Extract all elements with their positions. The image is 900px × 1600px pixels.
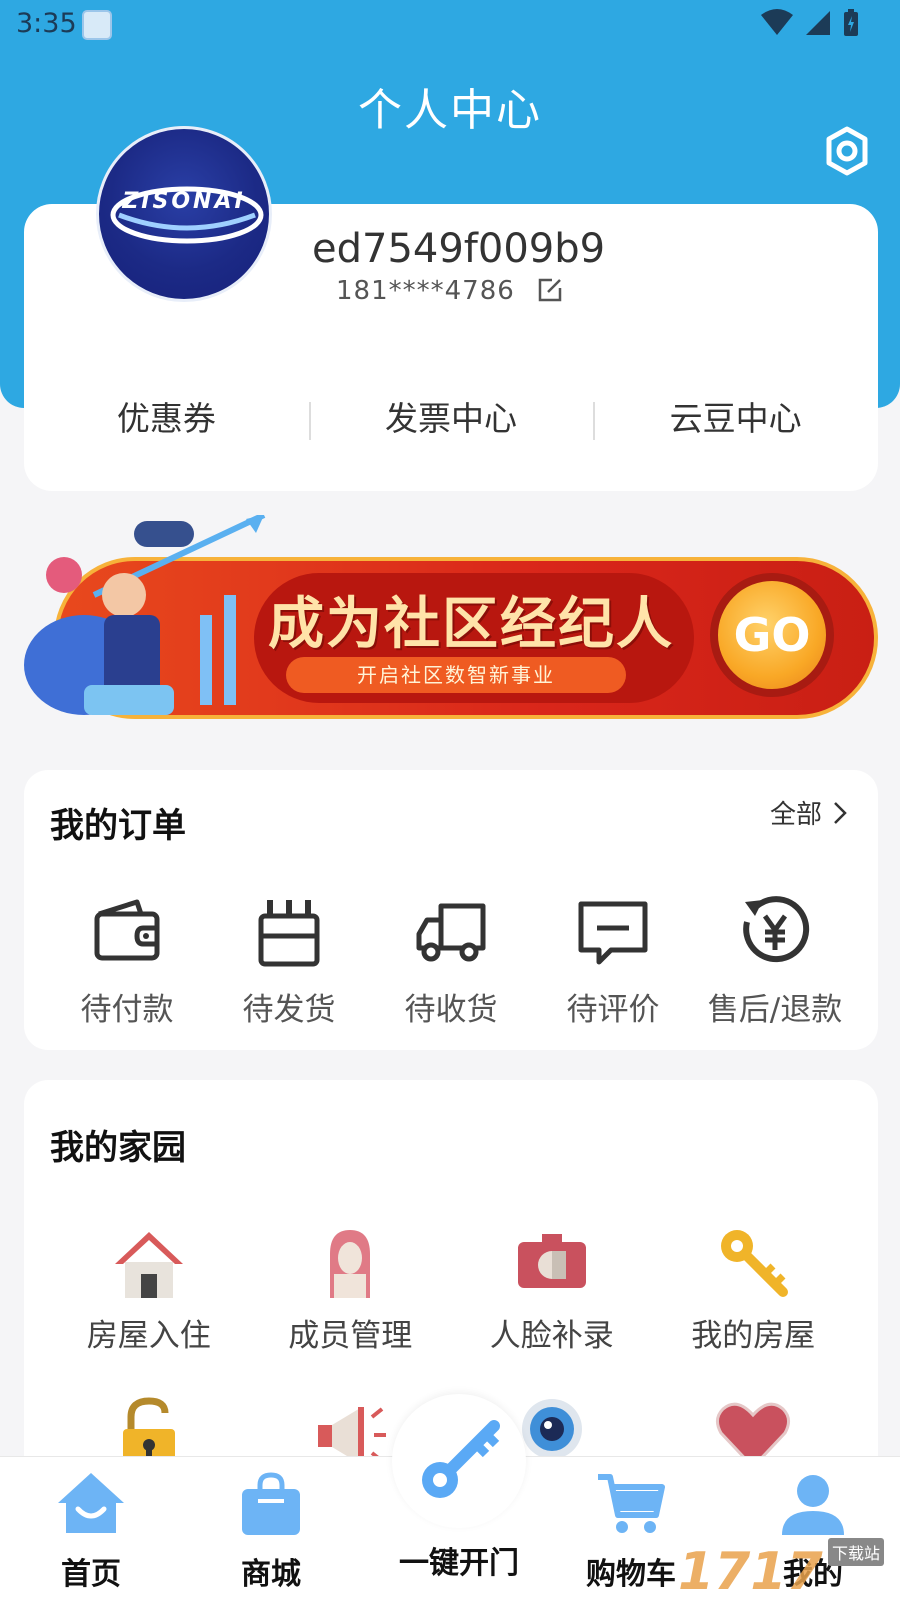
banner-illustration — [24, 515, 266, 715]
wifi-icon — [761, 9, 793, 35]
order-pending-review[interactable]: 待评价 — [532, 894, 694, 1029]
banner-subtitle: 开启社区数智新事业 — [286, 657, 626, 693]
comment-icon — [578, 901, 648, 965]
nav-label: 首页 — [61, 1557, 121, 1592]
yundou-center-link[interactable]: 云豆中心 — [593, 386, 878, 456]
avatar-logo-text: ZISONAI — [122, 189, 246, 214]
my-house-item[interactable]: 我的房屋 — [653, 1224, 855, 1355]
coupon-link[interactable]: 优惠券 — [24, 386, 309, 456]
order-pending-receipt[interactable]: 待收货 — [370, 894, 532, 1029]
order-item-label: 售后/退款 — [707, 992, 843, 1028]
cart-icon — [598, 1474, 665, 1533]
edit-icon — [538, 278, 562, 302]
nav-home[interactable]: 首页 — [16, 1469, 166, 1593]
package-icon — [258, 900, 320, 967]
order-after-sales[interactable]: 售后/退款 — [694, 894, 856, 1029]
status-time: 3:35 — [16, 8, 77, 39]
home-item-label: 房屋入住 — [86, 1318, 211, 1354]
truck-icon — [416, 903, 486, 962]
phone-number: 181****4786 — [336, 276, 515, 306]
battery-icon — [844, 9, 858, 36]
site-watermark: 1717 下载站 — [678, 1538, 900, 1600]
avatar-swoosh — [110, 186, 264, 244]
avatar[interactable]: ZISONAI — [96, 126, 272, 302]
order-item-label: 待收货 — [404, 992, 498, 1028]
home-title: 我的家园 — [50, 1128, 186, 1168]
wallet-icon — [94, 899, 160, 961]
order-item-label: 待付款 — [80, 992, 174, 1028]
door-key-icon — [422, 1420, 500, 1498]
gear-icon — [826, 126, 868, 176]
orders-view-all[interactable]: 全部 — [770, 794, 848, 831]
status-bar: 3:35 — [0, 0, 900, 52]
camera-icon — [517, 1234, 586, 1288]
orders-view-all-label: 全部 — [769, 800, 822, 830]
orders-card: 我的订单 全部 待付款 待发货 待收货 待评价 售后/退款 — [24, 770, 878, 1050]
watermark-sub: 下载站 — [828, 1538, 885, 1566]
home-item-label: 我的房屋 — [691, 1318, 816, 1354]
user-icon — [782, 1475, 844, 1535]
refund-icon — [743, 896, 810, 963]
one-key-open-label: 一键开门 — [399, 1546, 519, 1581]
one-key-open-button[interactable] — [392, 1394, 526, 1528]
house-checkin-item[interactable]: 房屋入住 — [48, 1224, 250, 1355]
username: ed7549f009b9 — [312, 226, 606, 272]
shop-icon — [242, 1472, 300, 1535]
order-pending-shipment[interactable]: 待发货 — [208, 894, 370, 1029]
member-icon — [330, 1230, 371, 1298]
quick-links: 优惠券 发票中心 云豆中心 — [24, 386, 878, 456]
order-status-list: 待付款 待发货 待收货 待评价 售后/退款 — [46, 894, 856, 1029]
nav-label: 商城 — [241, 1557, 301, 1592]
house-icon — [114, 1232, 183, 1298]
settings-button[interactable] — [820, 124, 874, 178]
home-item-label: 成员管理 — [288, 1318, 413, 1354]
member-management-item[interactable]: 成员管理 — [250, 1224, 452, 1355]
orders-title: 我的订单 — [50, 806, 186, 846]
signal-icon — [806, 11, 830, 35]
home-item-label: 人脸补录 — [489, 1318, 614, 1354]
nav-label: 购物车 — [586, 1557, 676, 1592]
invoice-center-link[interactable]: 发票中心 — [308, 386, 594, 456]
broker-banner[interactable]: 成为社区经纪人 开启社区数智新事业 GO — [24, 515, 880, 737]
banner-title: 成为社区经纪人 — [268, 592, 674, 657]
face-enroll-item[interactable]: 人脸补录 — [451, 1224, 653, 1355]
order-pending-payment[interactable]: 待付款 — [46, 894, 208, 1029]
order-item-label: 待发货 — [242, 992, 336, 1028]
status-indicators — [760, 8, 860, 38]
edit-profile-button[interactable] — [536, 276, 564, 304]
home-icon — [58, 1473, 124, 1533]
chevron-right-icon — [834, 801, 847, 824]
order-item-label: 待评价 — [566, 992, 660, 1028]
app-notification-icon — [82, 10, 112, 40]
key-icon — [721, 1230, 789, 1297]
watermark-text: 1717 — [678, 1542, 823, 1600]
banner-go-button[interactable]: GO — [710, 573, 834, 697]
nav-shop[interactable]: 商城 — [196, 1469, 346, 1593]
